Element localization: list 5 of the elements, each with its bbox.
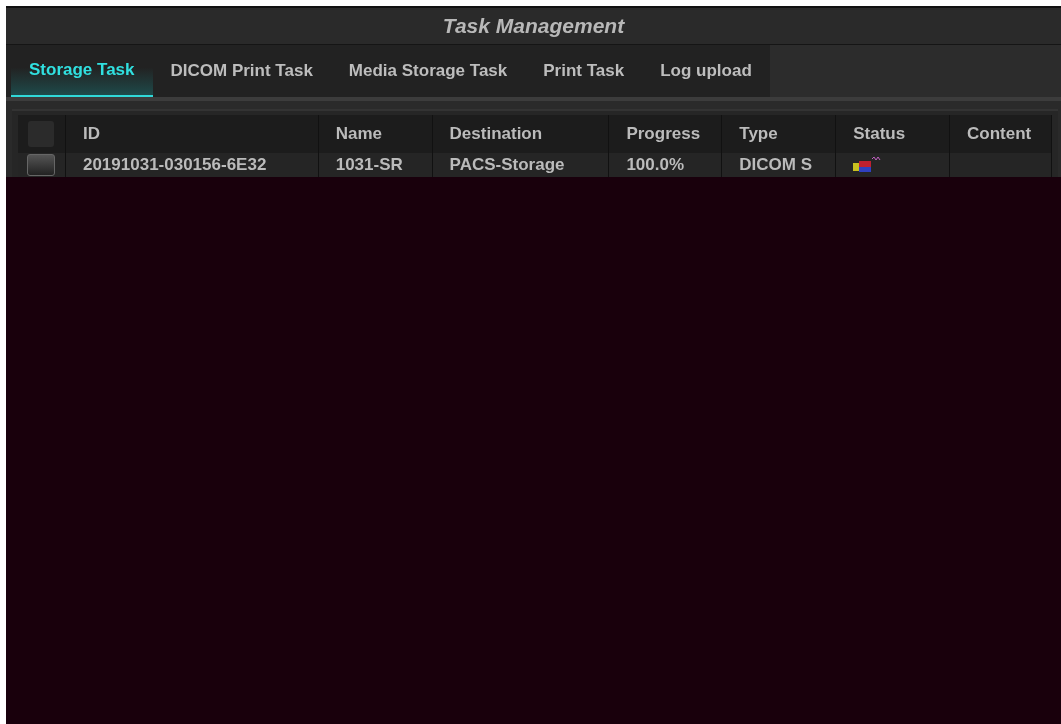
tab[interactable]: DICOM Print Task [152,45,331,97]
tab[interactable]: Log upload [642,45,770,97]
row-checkbox[interactable] [27,154,56,176]
tab[interactable]: Media Storage Task [330,45,526,97]
tab[interactable]: Print Task [525,45,643,97]
